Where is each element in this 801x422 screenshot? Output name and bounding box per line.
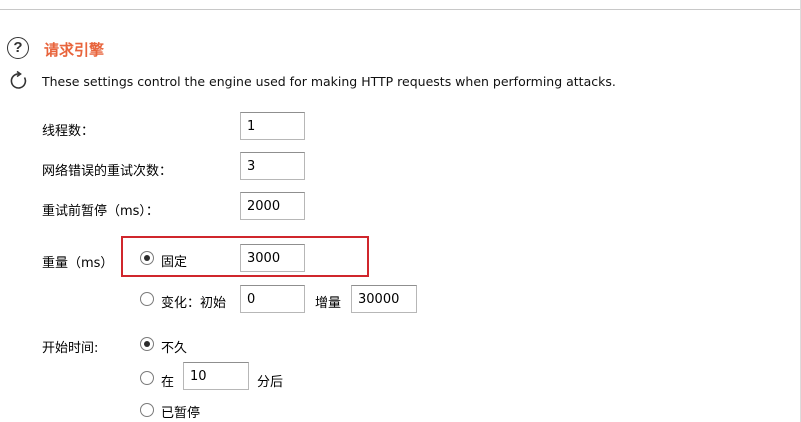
- throttle-initial-input[interactable]: [240, 285, 305, 313]
- throttle-step-input[interactable]: [351, 285, 417, 313]
- pause-before-retry-input[interactable]: [240, 192, 305, 220]
- start-paused-label[interactable]: 已暂停: [161, 402, 200, 421]
- refresh-icon[interactable]: [8, 70, 30, 92]
- threads-input[interactable]: [240, 112, 305, 140]
- start-in-label[interactable]: 在: [161, 371, 174, 390]
- start-in-radio[interactable]: [140, 371, 154, 385]
- start-in-minutes-input[interactable]: [183, 362, 249, 390]
- start-in-suffix: 分后: [257, 375, 284, 390]
- throttle-fixed-input[interactable]: [240, 244, 305, 272]
- start-paused-radio[interactable]: [140, 403, 154, 417]
- threads-label: 线程数：: [42, 124, 95, 139]
- start-time-label: 开始时间:: [42, 341, 99, 356]
- throttle-variable-radio[interactable]: [140, 292, 154, 306]
- start-immediately-radio[interactable]: [140, 337, 154, 351]
- retries-label: 网络错误的重试次数：: [42, 164, 173, 179]
- section-title: 请求引擎: [44, 41, 105, 59]
- throttle-fixed-radio[interactable]: [140, 251, 154, 265]
- throttle-label: 重量（ms）: [42, 256, 114, 271]
- section-description: These settings control the engine used f…: [42, 74, 616, 89]
- retries-input[interactable]: [240, 152, 305, 180]
- help-circle-icon[interactable]: ?: [7, 37, 29, 59]
- pause-before-retry-label: 重试前暂停（ms）：: [42, 204, 159, 219]
- start-immediately-label[interactable]: 不久: [161, 337, 187, 356]
- throttle-fixed-label[interactable]: 固定: [161, 251, 187, 270]
- throttle-step-label: 增量: [315, 296, 342, 311]
- top-divider: [0, 9, 801, 10]
- throttle-variable-label[interactable]: 变化：初始: [161, 292, 226, 311]
